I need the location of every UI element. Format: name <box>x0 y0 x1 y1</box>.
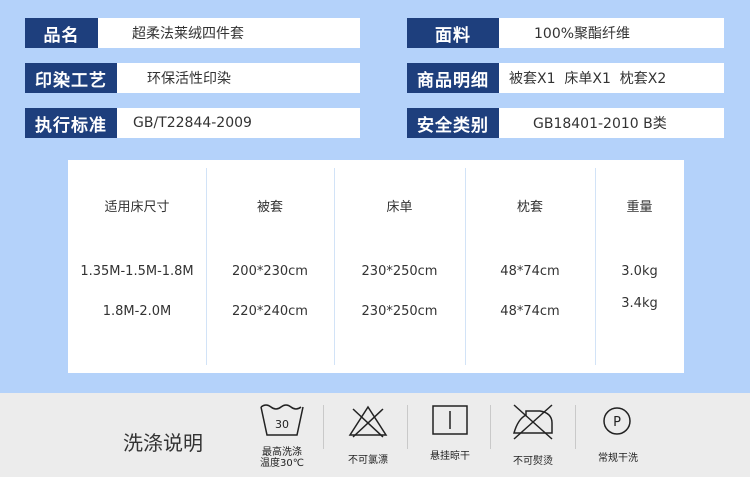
table-cell: 48*74cm <box>500 264 560 279</box>
care-instructions: 洗涤说明 30 最高洗涤 温度30℃ 不可氯漂 悬挂晾干 不可熨烫 P 常规干洗 <box>0 393 750 477</box>
wash-tub-icon: 30 <box>257 401 307 441</box>
no-bleach-caption: 不可氯漂 <box>348 455 388 466</box>
table-header: 适用床尺寸 <box>104 200 170 215</box>
dry-clean-icon: P <box>595 401 645 441</box>
spec-label-standard: 执行标准 <box>25 108 117 138</box>
dry-clean-caption: 常规干洗 <box>598 453 638 464</box>
no-iron-caption: 不可熨烫 <box>513 456 553 467</box>
divider <box>407 405 408 449</box>
wash-temp-caption: 最高洗涤 温度30℃ <box>260 447 304 469</box>
size-table: 适用床尺寸 1.35M-1.5M-1.8M 1.8M-2.0M 被套 200*2… <box>68 160 684 373</box>
table-cell: 220*240cm <box>232 304 308 319</box>
spec-value-fabric: 100%聚酯纤维 <box>499 18 724 48</box>
spec-label-print: 印染工艺 <box>25 63 117 93</box>
spec-row-standard: 执行标准 GB/T22844-2009 <box>25 108 360 138</box>
table-header: 床单 <box>386 200 413 215</box>
hang-dry-caption: 悬挂晾干 <box>430 451 470 462</box>
no-iron-icon <box>508 401 558 441</box>
spec-value-standard: GB/T22844-2009 <box>117 108 360 138</box>
spec-value-name: 超柔法莱绒四件套 <box>98 18 360 48</box>
wash-temp-text: 30 <box>275 418 289 431</box>
spec-row-safety: 安全类别 GB18401-2010 B类 <box>407 108 724 138</box>
table-cell: 3.4kg <box>621 296 658 311</box>
table-header: 被套 <box>256 200 283 215</box>
care-title: 洗涤说明 <box>123 431 203 455</box>
spec-row-detail: 商品明细 被套X1 床单X1 枕套X2 <box>407 63 724 93</box>
spec-value-detail: 被套X1 床单X1 枕套X2 <box>499 63 724 93</box>
spec-label-safety: 安全类别 <box>407 108 499 138</box>
no-bleach-icon <box>343 401 393 441</box>
spec-label-name: 品名 <box>25 18 98 48</box>
column-sheet: 床单 230*250cm 230*250cm <box>334 160 465 373</box>
divider <box>575 405 576 449</box>
table-cell: 48*74cm <box>500 304 560 319</box>
column-pillowcase: 枕套 48*74cm 48*74cm <box>465 160 595 373</box>
table-header: 重量 <box>626 200 653 215</box>
svg-text:P: P <box>613 415 621 430</box>
table-header: 枕套 <box>516 200 543 215</box>
spec-row-name: 品名 超柔法莱绒四件套 <box>25 18 360 48</box>
table-cell: 3.0kg <box>621 264 658 279</box>
spec-row-print: 印染工艺 环保活性印染 <box>25 63 360 93</box>
spec-value-safety: GB18401-2010 B类 <box>499 108 724 138</box>
table-cell: 1.8M-2.0M <box>102 304 172 319</box>
column-weight: 重量 3.0kg 3.4kg <box>595 160 684 373</box>
table-cell: 200*230cm <box>232 264 308 279</box>
spec-row-fabric: 面料 100%聚酯纤维 <box>407 18 724 48</box>
hang-dry-icon <box>425 401 475 441</box>
table-cell: 230*250cm <box>361 304 438 319</box>
spec-label-fabric: 面料 <box>407 18 499 48</box>
column-duvet: 被套 200*230cm 220*240cm <box>206 160 334 373</box>
divider <box>490 405 491 449</box>
spec-label-detail: 商品明细 <box>407 63 499 93</box>
column-bed-size: 适用床尺寸 1.35M-1.5M-1.8M 1.8M-2.0M <box>68 160 206 373</box>
table-cell: 1.35M-1.5M-1.8M <box>80 264 194 279</box>
table-cell: 230*250cm <box>361 264 438 279</box>
spec-value-print: 环保活性印染 <box>117 63 360 93</box>
divider <box>323 405 324 449</box>
